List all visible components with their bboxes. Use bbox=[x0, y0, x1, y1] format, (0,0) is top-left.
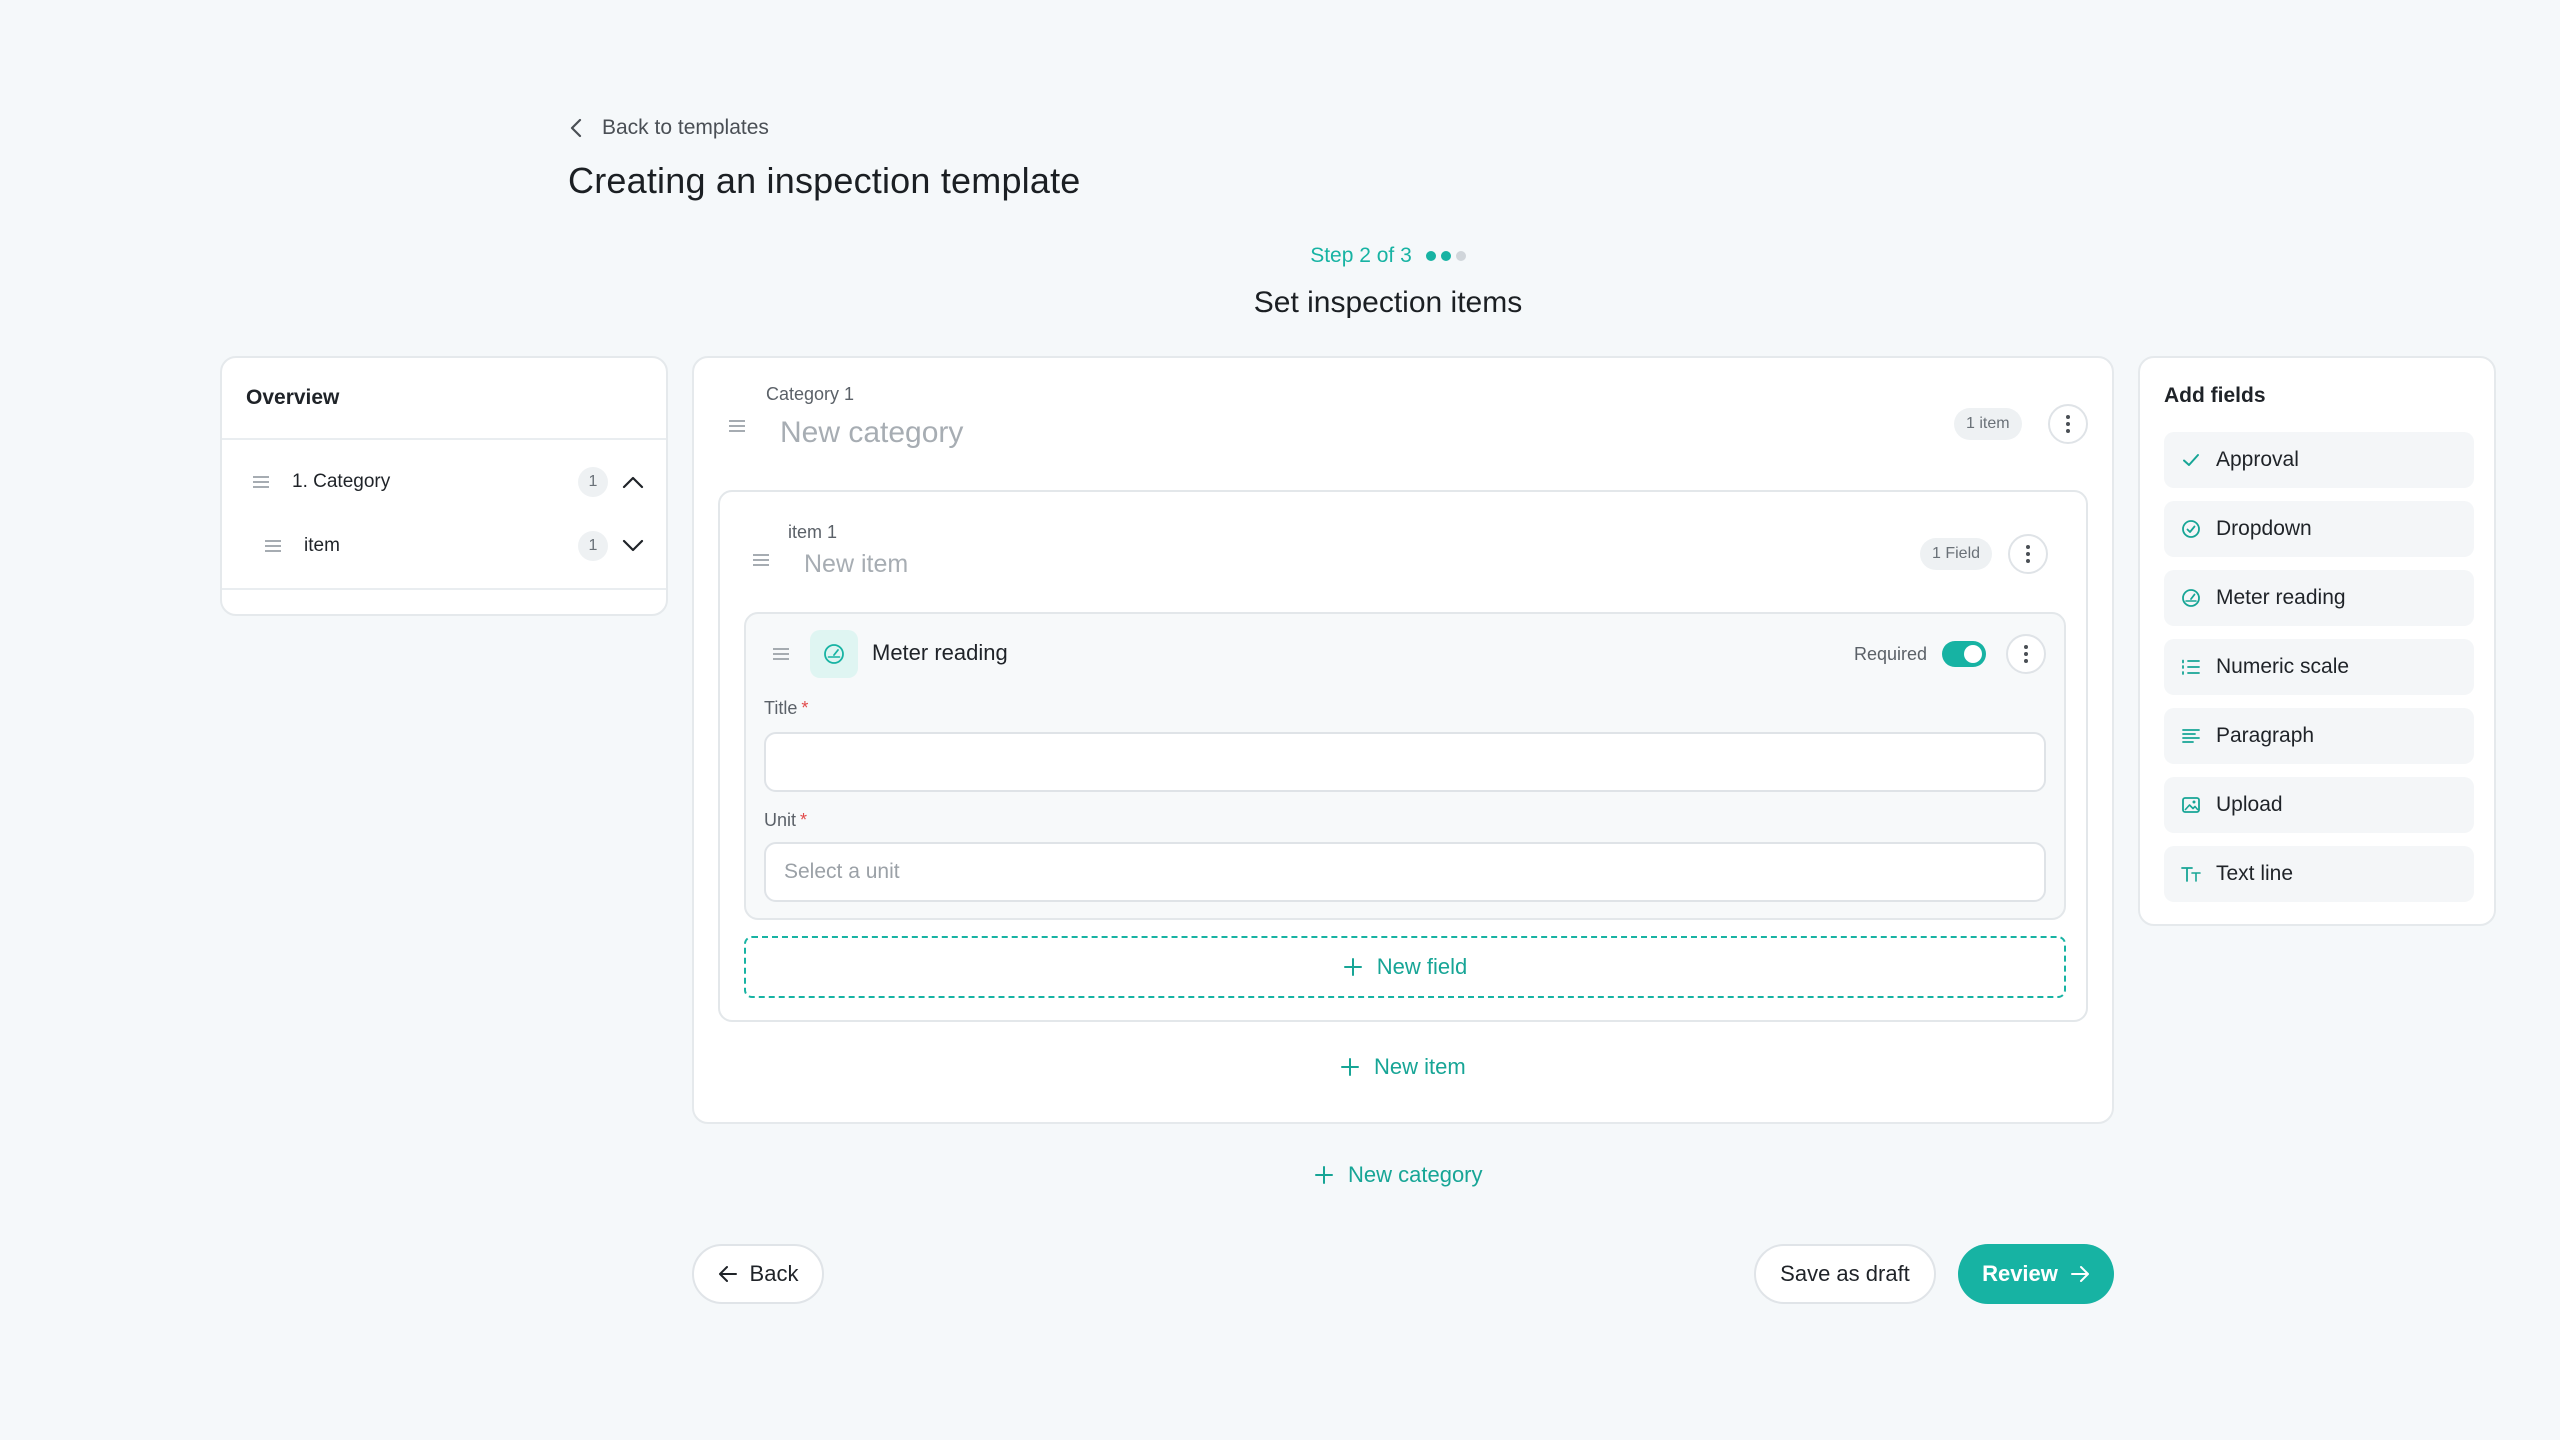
new-field-label: New field bbox=[1376, 954, 1468, 979]
section-title: Set inspection items bbox=[1253, 286, 1523, 319]
add-field-label: Meter reading bbox=[2216, 586, 2346, 609]
add-field-numeric-scale[interactable]: Numeric scale bbox=[2164, 639, 2474, 695]
step-text: Step 2 of 3 bbox=[1310, 244, 1412, 267]
required-label: Required bbox=[1854, 644, 1928, 664]
overview-divider bbox=[222, 588, 666, 590]
field-more-button[interactable] bbox=[2006, 634, 2046, 674]
item-field-count-badge: 1 Field bbox=[1920, 538, 1993, 570]
title-input[interactable] bbox=[764, 732, 2046, 792]
arrow-left-icon bbox=[718, 1265, 738, 1283]
step-indicator: Step 2 of 3 bbox=[0, 240, 2560, 272]
overview-category-label: 1. Category bbox=[292, 471, 391, 492]
add-fields-title: Add fields bbox=[2164, 384, 2266, 407]
numbered-list-icon bbox=[2180, 656, 2202, 678]
overview-title: Overview bbox=[222, 358, 666, 440]
review-button-label: Review bbox=[1982, 1261, 2058, 1286]
drag-handle-icon[interactable] bbox=[252, 474, 270, 490]
category-item-count-badge: 1 item bbox=[1954, 408, 2022, 440]
new-category-button[interactable]: New category bbox=[1314, 1162, 1483, 1188]
add-field-label: Numeric scale bbox=[2216, 655, 2350, 678]
unit-select[interactable] bbox=[764, 842, 2046, 902]
chevron-up-icon[interactable] bbox=[622, 475, 644, 489]
chevron-down-icon[interactable] bbox=[622, 539, 644, 553]
add-field-label: Dropdown bbox=[2216, 517, 2312, 540]
drag-handle-icon[interactable] bbox=[772, 646, 790, 662]
kebab-icon bbox=[2065, 414, 2071, 434]
add-field-text-line[interactable]: Text line bbox=[2164, 846, 2474, 902]
category-more-button[interactable] bbox=[2048, 404, 2088, 444]
add-field-label: Paragraph bbox=[2216, 724, 2315, 747]
add-field-dropdown[interactable]: Dropdown bbox=[2164, 501, 2474, 557]
add-field-label: Text line bbox=[2216, 862, 2294, 885]
add-field-meter-reading[interactable]: Meter reading bbox=[2164, 570, 2474, 626]
meter-reading-field-card: Meter reading Required Title * Unit * bbox=[744, 612, 2066, 920]
circle-check-icon bbox=[2180, 518, 2202, 540]
drag-handle-icon[interactable] bbox=[264, 538, 282, 554]
gauge-icon bbox=[2180, 587, 2202, 609]
back-to-templates-link[interactable]: Back to templates bbox=[568, 112, 769, 144]
new-category-label: New category bbox=[1348, 1162, 1483, 1187]
image-icon bbox=[2180, 794, 2202, 816]
gauge-icon bbox=[810, 630, 858, 678]
check-icon bbox=[2180, 449, 2202, 471]
new-item-label: New item bbox=[1374, 1054, 1466, 1079]
add-field-label: Upload bbox=[2216, 793, 2283, 816]
text-icon bbox=[2180, 863, 2202, 885]
chevron-left-icon bbox=[568, 117, 584, 139]
add-field-upload[interactable]: Upload bbox=[2164, 777, 2474, 833]
back-to-templates-label: Back to templates bbox=[602, 116, 769, 139]
plus-icon bbox=[1343, 957, 1363, 977]
plus-icon bbox=[1314, 1165, 1334, 1185]
required-star: * bbox=[801, 698, 809, 718]
unit-field-label: Unit * bbox=[764, 810, 807, 831]
paragraph-icon bbox=[2180, 725, 2202, 747]
category-label: Category 1 bbox=[766, 384, 855, 404]
title-field-label: Title * bbox=[764, 698, 808, 719]
step-dot-2 bbox=[1440, 251, 1451, 261]
plus-icon bbox=[1340, 1057, 1360, 1077]
item-name-input[interactable]: New item bbox=[804, 550, 908, 579]
drag-handle-icon[interactable] bbox=[728, 418, 746, 434]
field-type-title: Meter reading bbox=[872, 640, 1008, 665]
kebab-icon bbox=[2023, 644, 2029, 664]
save-as-draft-button[interactable]: Save as draft bbox=[1754, 1244, 1936, 1304]
new-item-button[interactable]: New item bbox=[1340, 1054, 1466, 1080]
title-label-text: Title bbox=[764, 698, 798, 718]
overview-item-label: item bbox=[304, 535, 340, 556]
arrow-right-icon bbox=[2070, 1265, 2090, 1283]
back-button[interactable]: Back bbox=[692, 1244, 824, 1304]
item-label: item 1 bbox=[788, 522, 838, 542]
item-more-button[interactable] bbox=[2008, 534, 2048, 574]
unit-label-text: Unit bbox=[764, 810, 797, 830]
add-field-paragraph[interactable]: Paragraph bbox=[2164, 708, 2474, 764]
item-card: item 1 New item 1 Field Meter reading Re… bbox=[718, 490, 2088, 1022]
back-button-label: Back bbox=[749, 1261, 799, 1286]
kebab-icon bbox=[2025, 544, 2031, 564]
step-dots bbox=[1425, 251, 1466, 261]
overview-category-count: 1 bbox=[578, 467, 608, 497]
step-dot-1 bbox=[1425, 251, 1436, 261]
review-button[interactable]: Review bbox=[1958, 1244, 2114, 1304]
required-star: * bbox=[800, 810, 808, 830]
drag-handle-icon[interactable] bbox=[752, 552, 770, 568]
save-as-draft-label: Save as draft bbox=[1780, 1261, 1910, 1286]
overview-item-row[interactable]: item 1 bbox=[222, 514, 666, 578]
category-card: Category 1 New category 1 item item 1 Ne… bbox=[692, 356, 2114, 1124]
new-field-button[interactable]: New field bbox=[744, 936, 2066, 998]
category-name-input[interactable]: New category bbox=[780, 416, 963, 450]
page-title: Creating an inspection template bbox=[568, 160, 1081, 201]
step-dot-3 bbox=[1455, 251, 1466, 261]
overview-category-row[interactable]: 1. Category 1 bbox=[222, 450, 666, 514]
overview-item-count: 1 bbox=[578, 531, 608, 561]
required-toggle[interactable] bbox=[1942, 641, 1986, 667]
add-field-label: Approval bbox=[2216, 448, 2299, 471]
add-field-approval[interactable]: Approval bbox=[2164, 432, 2474, 488]
add-fields-panel: Add fields Approval Dropdown Meter readi… bbox=[2138, 356, 2496, 926]
overview-panel: Overview 1. Category 1 item 1 bbox=[220, 356, 668, 616]
